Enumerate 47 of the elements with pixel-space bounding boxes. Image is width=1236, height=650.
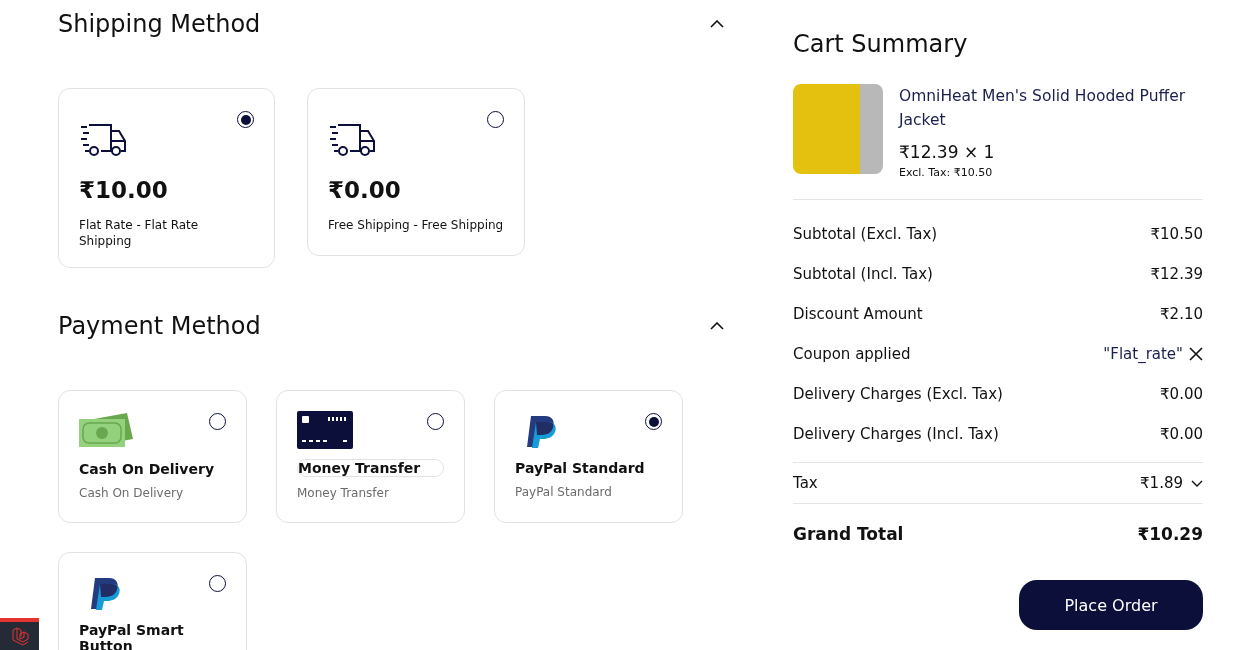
section-title: Shipping Method: [58, 10, 261, 38]
summary-value: ₹10.50: [1150, 225, 1203, 243]
payment-description: PayPal Standard: [515, 485, 613, 499]
payment-name: PayPal Standard: [515, 460, 646, 476]
shipping-option-card[interactable]: ₹10.00 Flat Rate - Flat Rate Shipping: [58, 88, 275, 268]
summary-label: Delivery Charges (Excl. Tax): [793, 385, 1003, 403]
summary-value: ₹2.10: [1160, 305, 1203, 323]
credit-card-icon: [297, 411, 353, 449]
payment-option-card[interactable]: Money Transfer Money Transfer: [276, 390, 465, 523]
summary-label: Subtotal (Excl. Tax): [793, 225, 938, 243]
summary-value: ₹12.39: [1150, 265, 1203, 283]
payment-name: Money Transfer: [297, 459, 444, 477]
summary-value: ₹0.00: [1160, 425, 1203, 443]
summary-value: ₹1.89: [1140, 474, 1183, 492]
cart-title: Cart Summary: [793, 30, 969, 58]
summary-label: Grand Total: [793, 524, 904, 544]
payment-description: Money Transfer: [297, 486, 390, 500]
shipping-label: Flat Rate - Flat Rate Shipping: [79, 217, 200, 249]
payment-description: Cash On Delivery: [79, 486, 185, 500]
summary-label: Coupon applied: [793, 345, 911, 363]
paypal-icon: [525, 416, 559, 448]
payment-option-card[interactable]: PayPal Standard PayPal Standard: [494, 390, 683, 523]
payment-option-card[interactable]: Cash On Delivery Cash On Delivery: [58, 390, 247, 523]
summary-label: Subtotal (Incl. Tax): [793, 265, 933, 283]
shipping-label: Free Shipping - Free Shipping: [328, 217, 504, 233]
close-icon[interactable]: [1189, 347, 1203, 361]
summary-label: Discount Amount: [793, 305, 923, 323]
chevron-icon[interactable]: [710, 20, 724, 28]
shipping-option-card[interactable]: ₹0.00 Free Shipping - Free Shipping: [307, 88, 525, 256]
payment-name: Cash On Delivery: [79, 461, 215, 477]
paypal-icon: [89, 578, 123, 610]
section-title: Payment Method: [58, 312, 261, 340]
place-order-button[interactable]: Place Order: [1019, 580, 1203, 630]
excl-tax-price: Excl. Tax: ₹10.50: [899, 166, 994, 179]
chevron-down-icon[interactable]: [1191, 479, 1203, 487]
summary-label: Delivery Charges (Incl. Tax): [793, 425, 999, 443]
coupon-code: "Flat_rate": [1103, 345, 1183, 363]
product-name[interactable]: OmniHeat Men's Solid Hooded Puffer Jacket: [899, 84, 1203, 132]
shipping-price: ₹10.00: [79, 177, 169, 203]
summary-value: ₹10.29: [1137, 524, 1203, 544]
chevron-icon[interactable]: [710, 322, 724, 330]
debugbar-button[interactable]: [0, 618, 39, 650]
product-price: ₹12.39 × 1: [899, 142, 996, 162]
summary-value: ₹0.00: [1160, 385, 1203, 403]
summary-label: Tax: [793, 474, 818, 492]
shipping-price: ₹0.00: [328, 177, 402, 203]
cube-logo-icon: [9, 626, 30, 646]
